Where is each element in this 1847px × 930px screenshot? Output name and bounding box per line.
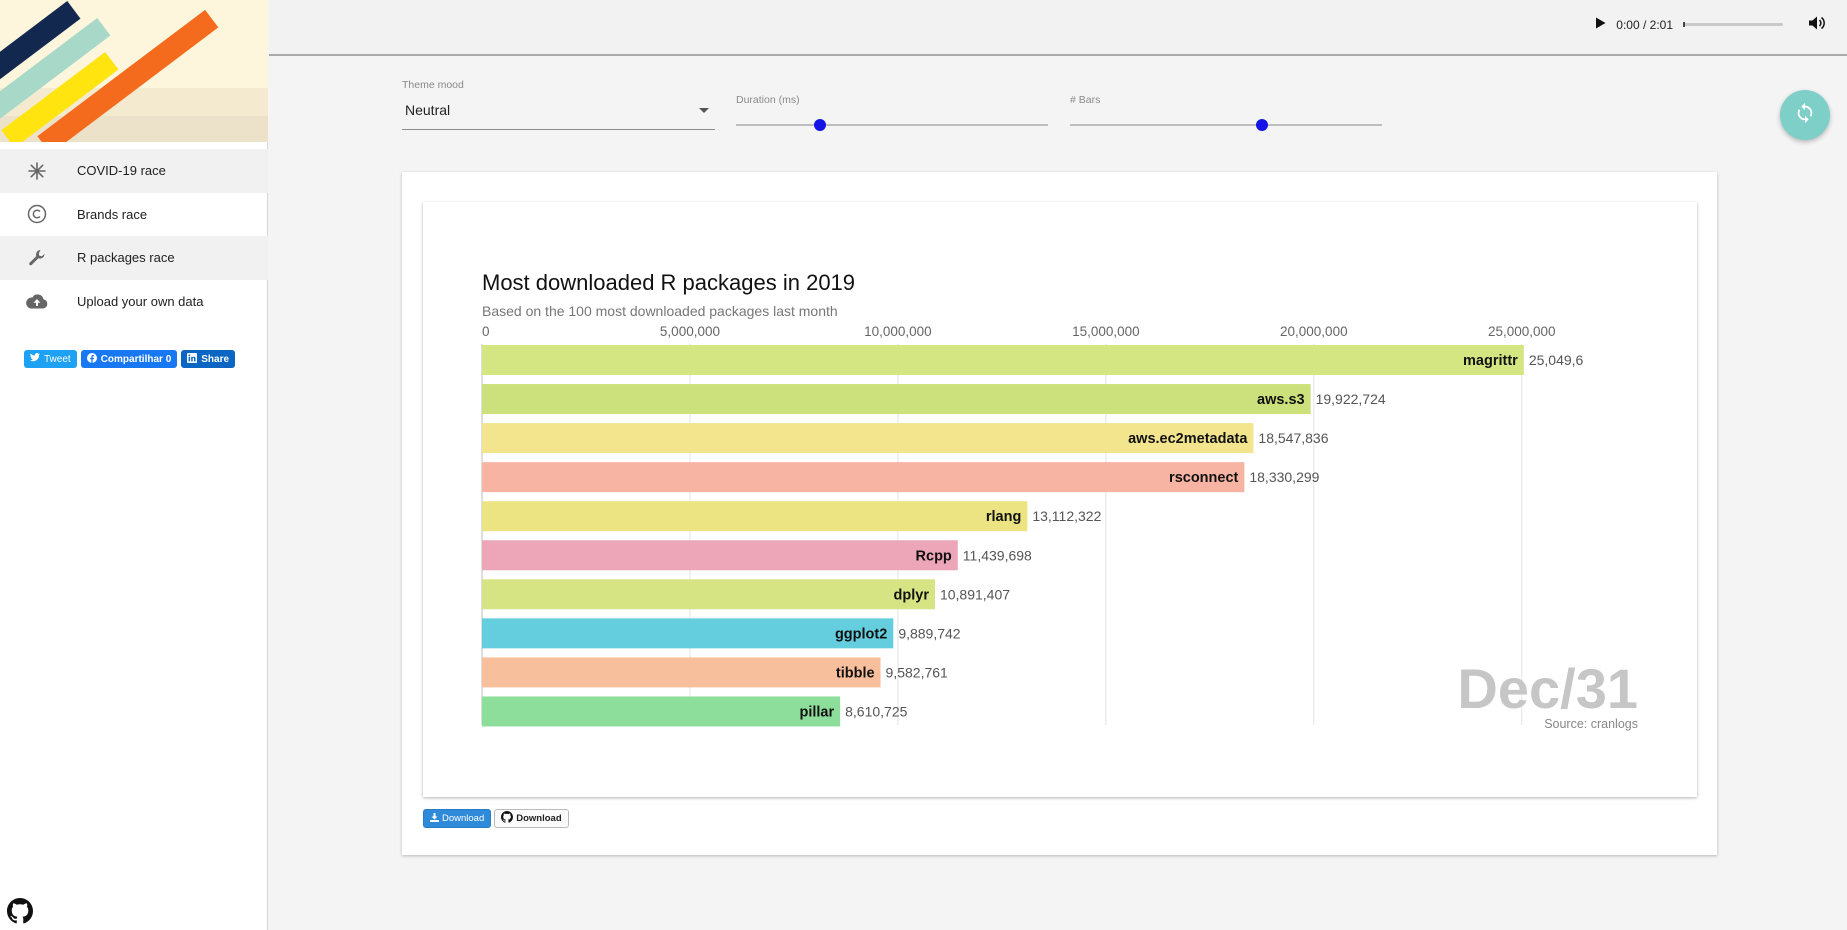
linkedin-share-label: Share <box>201 353 230 365</box>
chart-source: Source: cranlogs <box>1544 717 1638 731</box>
twitter-icon <box>30 353 40 365</box>
bar <box>482 579 935 610</box>
bar-category-label: ggplot2 <box>835 626 887 642</box>
bar-category-label: dplyr <box>894 587 930 603</box>
bar <box>482 384 1311 415</box>
bar-value-label: 8,610,725 <box>845 703 907 719</box>
tweet-label: Tweet <box>44 353 71 365</box>
duration-label: Duration (ms) <box>736 94 800 106</box>
bar-category-label: aws.ec2metadata <box>1128 431 1248 447</box>
duration-slider-thumb[interactable] <box>814 119 827 131</box>
linkedin-share-button[interactable]: Share <box>181 350 236 368</box>
share-buttons: Tweet Compartilhar 0 Share <box>24 350 236 368</box>
bar-chart-race: Most downloaded R packages in 2019 Based… <box>481 270 1638 731</box>
sidebar-item-label: R packages race <box>77 250 175 266</box>
bar-category-label: magrittr <box>1463 353 1518 369</box>
sidebar-item-covid[interactable]: COVID-19 race <box>0 149 268 193</box>
github-icon <box>501 811 514 826</box>
x-axis-ticks: 0 5,000,000 10,000,000 15,000,000 20,000,000… <box>482 324 1556 339</box>
facebook-share-label: Compartilhar 0 <box>100 353 172 365</box>
sidebar-item-brands[interactable]: Brands race <box>0 193 268 237</box>
bar <box>482 501 1028 532</box>
cloud-upload-icon <box>26 290 48 312</box>
sidebar-item-label: COVID-19 race <box>77 163 166 179</box>
x-tick-label: 0 <box>482 324 490 339</box>
x-tick-label: 5,000,000 <box>660 324 720 339</box>
audio-progress-slider[interactable] <box>1683 22 1783 27</box>
refresh-icon <box>1794 102 1816 129</box>
theme-mood-label: Theme mood <box>402 79 464 91</box>
bar-value-label: 13,112,322 <box>1032 508 1101 524</box>
github-icon[interactable] <box>7 898 33 924</box>
volume-icon[interactable] <box>1809 16 1825 33</box>
download-button[interactable]: Download <box>423 809 492 828</box>
date-label: Dec/31 <box>1457 657 1638 720</box>
wrench-icon <box>26 247 48 269</box>
top-bar: 0:00 / 2:01 <box>269 0 1847 56</box>
copyright-icon <box>26 203 48 225</box>
theme-mood-value: Neutral <box>405 102 451 118</box>
bar-value-label: 11,439,698 <box>963 547 1032 563</box>
chevron-down-icon <box>699 108 709 113</box>
download-buttons: Download Download <box>423 809 569 828</box>
bars-slider-thumb[interactable] <box>1255 119 1268 131</box>
duration-slider-rail <box>736 124 1048 126</box>
x-tick-label: 25,000,000 <box>1488 324 1556 339</box>
sidebar-item-upload[interactable]: Upload your own data <box>0 280 268 324</box>
chart-title: Most downloaded R packages in 2019 <box>482 270 855 295</box>
chart-frame: Most downloaded R packages in 2019 Based… <box>423 202 1697 797</box>
bars: magrittr 25,049,6 aws.s3 19,922,724 aws.ec2m… <box>482 345 1584 727</box>
chart-card: Most downloaded R packages in 2019 Based… <box>402 172 1717 855</box>
app-logo[interactable] <box>0 0 268 142</box>
play-icon[interactable] <box>1595 17 1606 32</box>
chart-subtitle: Based on the 100 most downloaded package… <box>482 303 838 319</box>
audio-player: 0:00 / 2:01 <box>1595 16 1825 33</box>
bar-category-label: pillar <box>799 704 834 720</box>
github-download-button[interactable]: Download <box>494 809 569 828</box>
bar-value-label: 9,582,761 <box>886 664 948 680</box>
facebook-icon <box>86 352 97 366</box>
sidebar-item-r-packages[interactable]: R packages race <box>0 236 268 280</box>
bar <box>482 345 1524 375</box>
x-tick-label: 15,000,000 <box>1072 324 1140 339</box>
bars-slider[interactable] <box>1070 115 1382 135</box>
bars-slider-rail <box>1070 124 1382 126</box>
facebook-share-button[interactable]: Compartilhar 0 <box>80 350 178 368</box>
bar <box>482 696 841 727</box>
bar-category-label: Rcpp <box>916 548 952 564</box>
bar-value-label: 9,889,742 <box>898 625 960 641</box>
bar-value-label: 18,330,299 <box>1249 469 1319 485</box>
bar-value-label: 19,922,724 <box>1316 391 1386 407</box>
theme-mood-select[interactable]: Neutral <box>402 98 715 130</box>
audio-time: 0:00 / 2:01 <box>1616 17 1673 32</box>
bar <box>482 618 894 649</box>
bars-label: # Bars <box>1070 94 1101 106</box>
bar-category-label: rlang <box>986 509 1021 525</box>
duration-slider[interactable] <box>736 115 1048 135</box>
bar-value-label: 18,547,836 <box>1258 430 1328 446</box>
bar-value-label: 10,891,407 <box>940 586 1010 602</box>
replay-button[interactable] <box>1780 90 1830 140</box>
x-tick-label: 20,000,000 <box>1280 324 1348 339</box>
bar-value-label: 25,049,6 <box>1529 352 1584 368</box>
bar <box>482 462 1245 493</box>
bar-category-label: tibble <box>836 665 875 681</box>
linkedin-icon <box>187 352 198 366</box>
sidebar-item-label: Brands race <box>77 206 148 222</box>
bar <box>482 540 958 571</box>
sidebar-item-label: Upload your own data <box>77 293 204 309</box>
snowflake-icon <box>26 160 48 182</box>
bar-category-label: aws.s3 <box>1257 392 1305 408</box>
download-label: Download <box>442 813 485 824</box>
tweet-button[interactable]: Tweet <box>24 350 77 368</box>
sidebar: COVID-19 race Brands race R packages rac… <box>0 0 268 930</box>
github-download-label: Download <box>516 813 562 824</box>
bar <box>482 657 881 688</box>
bar-category-label: rsconnect <box>1169 470 1238 486</box>
download-icon <box>430 812 439 825</box>
x-tick-label: 10,000,000 <box>864 324 932 339</box>
